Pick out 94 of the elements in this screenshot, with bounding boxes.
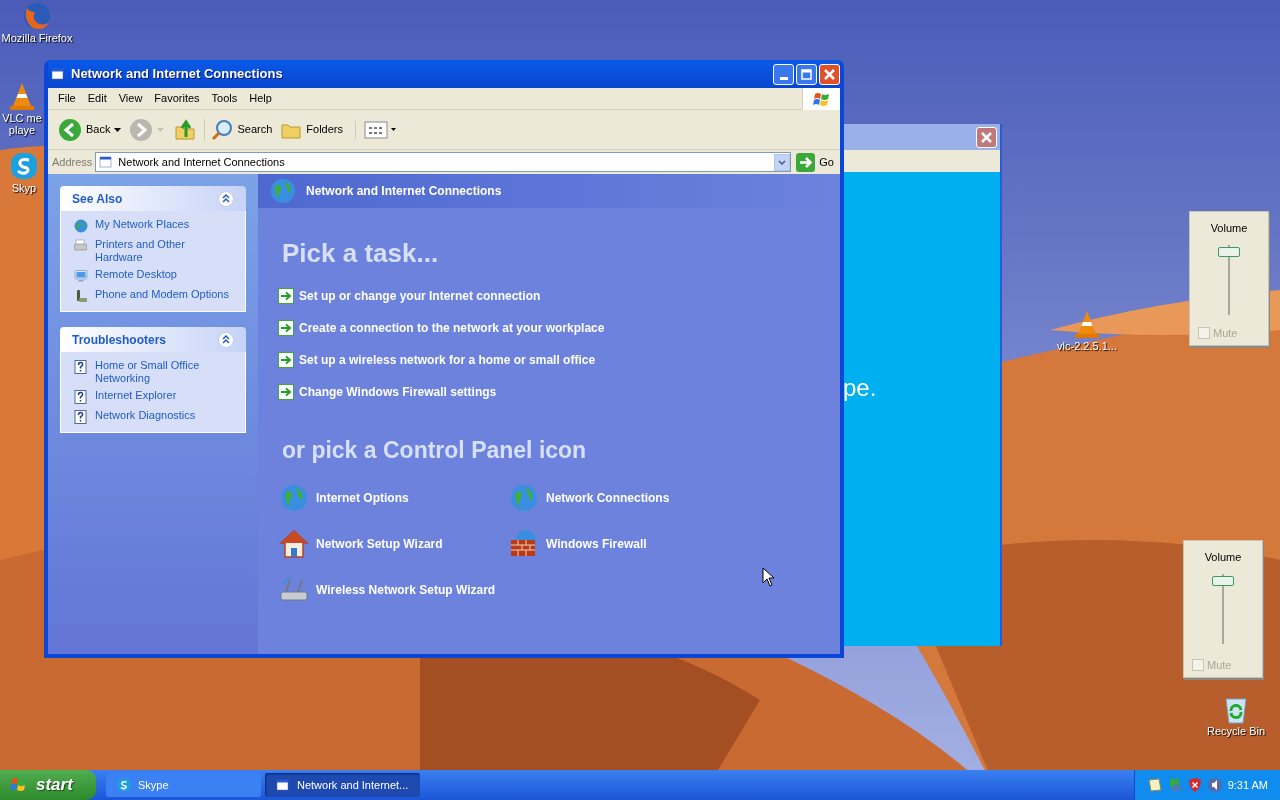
window-title: Network and Internet Connections (71, 65, 283, 84)
panel-link[interactable]: My Network Places (95, 218, 190, 231)
menu-item[interactable]: Help (243, 90, 278, 107)
caret-icon (114, 127, 122, 132)
desktop-icon-label[interactable]: VLC me playe (0, 112, 44, 136)
menu-item[interactable]: Edit (81, 90, 113, 107)
flag-icon (812, 90, 831, 107)
address-field[interactable]: Network and Internet Connections (95, 152, 792, 172)
house-icon (278, 527, 310, 560)
close-button[interactable] (976, 126, 997, 148)
panel-link[interactable]: Internet Explorer (95, 389, 177, 402)
taskbar-button[interactable]: Skype (106, 773, 261, 797)
collapse-icon[interactable] (218, 331, 234, 348)
close-icon (824, 68, 835, 80)
help-icon (73, 359, 89, 375)
caret-icon (391, 128, 396, 131)
start-button[interactable]: start (0, 770, 96, 800)
arrow-right-icon (796, 152, 816, 172)
note-icon (1147, 777, 1163, 793)
menu-item[interactable]: Favorites (148, 90, 206, 107)
task-link[interactable]: Set up or change your Internet connection (299, 287, 541, 305)
globe-icon (73, 218, 89, 234)
printer-icon (73, 238, 89, 254)
taskbar-button[interactable]: Network and Internet... (265, 773, 420, 797)
panel-link[interactable]: Network Diagnostics (95, 409, 196, 422)
go-button[interactable]: Go (794, 152, 836, 172)
window-text: pe. (843, 374, 877, 401)
arrow-right-icon (278, 384, 294, 400)
panel-header[interactable]: See Also (60, 186, 246, 211)
mute-label: Mute (1213, 325, 1238, 341)
chat-bubble-icon (116, 777, 132, 793)
menu-item[interactable]: File (52, 90, 82, 107)
close-icon (981, 131, 992, 143)
globe-icon (21, 0, 53, 32)
panel-header[interactable]: Troubleshooters (60, 327, 246, 352)
maximize-button[interactable] (796, 63, 817, 85)
close-button[interactable] (819, 63, 840, 85)
section-heading: or pick a Control Panel icon (282, 436, 587, 465)
window-icon (50, 66, 66, 82)
chevron-down-icon (778, 159, 787, 165)
panel-link[interactable]: Phone and Modem Options (95, 288, 229, 301)
views-button[interactable] (355, 120, 396, 139)
grid-view-icon (364, 120, 388, 139)
minimize-button[interactable] (773, 63, 794, 85)
speaker-icon (1207, 777, 1223, 793)
mute-label: Mute (1207, 657, 1232, 673)
maximize-icon (801, 68, 812, 80)
menu-item[interactable]: Tools (205, 90, 244, 107)
slider-thumb[interactable] (1218, 246, 1240, 257)
search-icon (211, 118, 234, 141)
dropdown-button[interactable] (774, 153, 791, 171)
menu-item[interactable]: View (112, 90, 149, 107)
panel-link[interactable]: Home or Small Office Networking (95, 359, 233, 385)
arrow-right-icon (278, 320, 294, 336)
shield-icon (1187, 777, 1203, 793)
back-button[interactable]: Back (56, 117, 124, 142)
globe-icon (268, 176, 298, 206)
slider-thumb[interactable] (1212, 575, 1234, 586)
panel-title: Troubleshooters (72, 331, 166, 349)
caret-icon (157, 127, 165, 132)
volume-label: Volume (1204, 550, 1242, 565)
control-panel-link[interactable]: Network Connections (546, 488, 670, 507)
control-panel-link[interactable]: Windows Firewall (546, 534, 647, 553)
section-heading: Pick a task... (282, 237, 439, 270)
volume-label: Volume (1210, 221, 1248, 236)
desktop-icon-label[interactable]: Skyp (4, 182, 44, 194)
mouse-pointer-icon (762, 567, 776, 587)
address-label: Address (52, 154, 93, 170)
monitor-icon (73, 268, 89, 284)
help-icon (73, 389, 89, 405)
panel-link[interactable]: Printers and Other Hardware (95, 238, 233, 264)
window-icon (98, 154, 115, 170)
network-icon (1167, 777, 1183, 793)
panel-title: See Also (72, 190, 123, 208)
panel-link[interactable]: Remote Desktop (95, 268, 177, 281)
minimize-icon (779, 76, 788, 80)
task-link[interactable]: Set up a wireless network for a home or small office (299, 351, 596, 369)
desktop-icon-label[interactable]: Mozilla Firefox (0, 32, 74, 44)
folders-button[interactable]: Folders (278, 118, 345, 141)
folder-up-icon (174, 118, 197, 141)
control-panel-link[interactable]: Wireless Network Setup Wizard (316, 580, 496, 599)
task-link[interactable]: Create a connection to the network at your workplace (299, 319, 605, 337)
pane-title: Network and Internet Connections (306, 183, 502, 200)
task-link[interactable]: Change Windows Firewall settings (299, 383, 497, 401)
collapse-icon[interactable] (218, 190, 234, 207)
help-icon (73, 409, 89, 425)
desktop-icon-label[interactable]: Recycle Bin (1200, 725, 1272, 737)
arrow-right-icon (278, 288, 294, 304)
control-panel-link[interactable]: Network Setup Wizard (316, 534, 443, 553)
search-button[interactable]: Search (209, 118, 275, 141)
control-panel-link[interactable]: Internet Options (316, 488, 409, 507)
arrow-right-icon (278, 352, 294, 368)
clock: 9:31 AM (1227, 777, 1268, 793)
window-icon (275, 777, 291, 793)
